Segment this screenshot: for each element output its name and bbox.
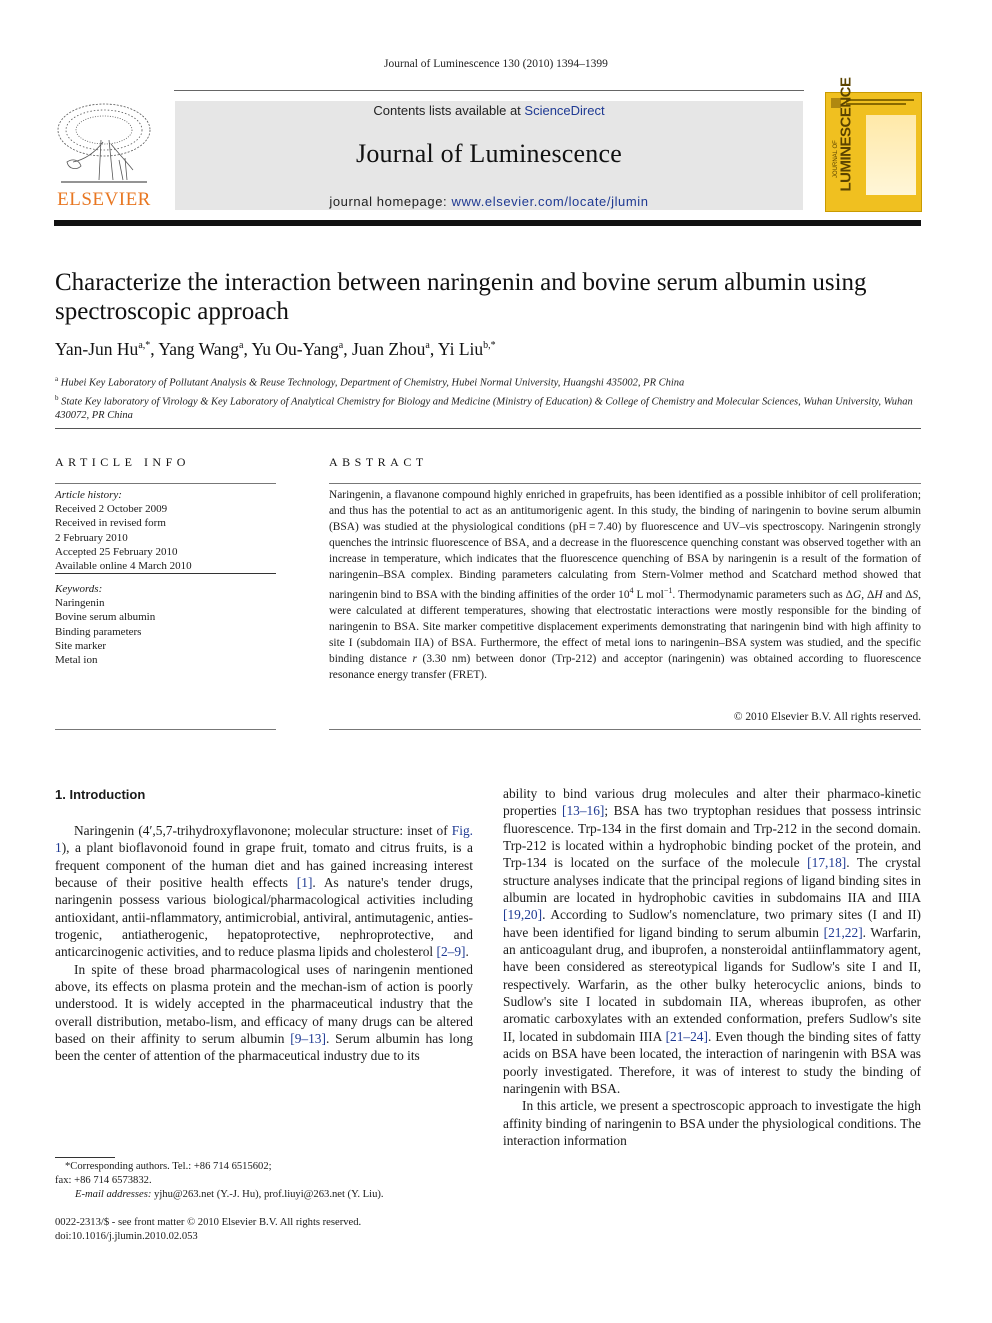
masthead-top-rule bbox=[174, 90, 804, 91]
author-list: Yan-Jun Hua,*, Yang Wanga, Yu Ou-Yanga, … bbox=[55, 339, 496, 359]
divider bbox=[55, 483, 276, 484]
corresponding-author-note: *Corresponding authors. Tel.: +86 714 65… bbox=[65, 1161, 272, 1172]
footnotes: *Corresponding authors. Tel.: +86 714 65… bbox=[55, 1160, 475, 1202]
citation-link[interactable]: [19,20] bbox=[503, 907, 542, 922]
keyword: Binding parameters bbox=[55, 625, 142, 638]
citation-link[interactable]: [2–9] bbox=[437, 944, 466, 959]
keyword: Site marker bbox=[55, 639, 107, 652]
issn-line: 0022-2313/$ - see front matter © 2010 El… bbox=[55, 1217, 362, 1228]
cover-header-line bbox=[846, 99, 914, 101]
keyword: Naringenin bbox=[55, 597, 105, 610]
cover-subtitle: JOURNAL OF bbox=[833, 140, 839, 178]
running-head: Journal of Luminescence 130 (2010) 1394–… bbox=[384, 58, 608, 70]
citation-link[interactable]: [17,18] bbox=[807, 855, 846, 870]
citation-link[interactable]: [21,22] bbox=[824, 925, 863, 940]
author[interactable]: Yan-Jun Hua,* bbox=[55, 339, 150, 359]
history-item: Available online 4 March 2010 bbox=[55, 560, 192, 573]
author[interactable]: Yang Wanga bbox=[158, 339, 243, 359]
contents-line: Contents lists available at ScienceDirec… bbox=[373, 103, 605, 118]
divider bbox=[55, 573, 276, 574]
tree-icon bbox=[57, 103, 151, 183]
paragraph-continued: ability to bind various drug molecules a… bbox=[503, 785, 921, 1097]
author[interactable]: Juan Zhoua bbox=[352, 339, 430, 359]
affiliations: a Hubei Key Laboratory of Pollutant Anal… bbox=[55, 372, 925, 423]
article-info-heading: ARTICLE INFO bbox=[55, 455, 190, 469]
body-column-right: ability to bind various drug molecules a… bbox=[503, 785, 921, 1149]
keyword: Bovine serum albumin bbox=[55, 611, 156, 624]
citation-link[interactable]: [1] bbox=[297, 875, 313, 890]
keyword: Metal ion bbox=[55, 654, 98, 667]
journal-homepage-link[interactable]: www.elsevier.com/locate/jlumin bbox=[451, 194, 648, 209]
history-item: 2 February 2010 bbox=[55, 531, 128, 544]
article-title: Characterize the interaction between nar… bbox=[55, 269, 867, 325]
journal-banner: Contents lists available at ScienceDirec… bbox=[175, 101, 803, 210]
keywords-label: Keywords: bbox=[55, 583, 103, 595]
paragraph: Naringenin (4′,5,7-trihydroxyflavonone; … bbox=[55, 823, 473, 960]
abstract-copyright: © 2010 Elsevier B.V. All rights reserved… bbox=[733, 711, 921, 723]
doi-line[interactable]: doi:10.1016/j.jlumin.2010.02.053 bbox=[55, 1230, 475, 1244]
section-heading-introduction: 1. Introduction bbox=[55, 787, 146, 802]
paragraph: In this article, we present a spectrosco… bbox=[503, 1098, 921, 1148]
masthead-bottom-rule bbox=[54, 220, 921, 226]
issn-doi: 0022-2313/$ - see front matter © 2010 El… bbox=[55, 1216, 475, 1244]
cover-panel bbox=[866, 115, 916, 195]
email-note: E-mail addresses: yjhu@263.net (Y.-J. Hu… bbox=[75, 1189, 384, 1200]
cover-header-line bbox=[846, 103, 906, 105]
fax-note: fax: +86 714 6573832. bbox=[55, 1175, 152, 1186]
homepage-line: journal homepage: www.elsevier.com/locat… bbox=[329, 194, 649, 209]
citation-link[interactable]: [21–24] bbox=[666, 1029, 708, 1044]
journal-cover-thumbnail[interactable]: LUMINESCENCE JOURNAL OF bbox=[825, 77, 922, 212]
author[interactable]: Yi Liub,* bbox=[438, 339, 496, 359]
affiliation: b State Key laboratory of Virology & Key… bbox=[55, 393, 913, 422]
keywords: Keywords: Naringenin Bovine serum albumi… bbox=[55, 582, 276, 667]
elsevier-logo[interactable]: ELSEVIER bbox=[53, 100, 155, 212]
email-addresses[interactable]: yjhu@263.net (Y.-J. Hu), prof.liuyi@263.… bbox=[151, 1189, 384, 1200]
elsevier-wordmark: ELSEVIER bbox=[57, 189, 151, 210]
article-history: Article history: Received 2 October 2009… bbox=[55, 488, 276, 573]
sciencedirect-link[interactable]: ScienceDirect bbox=[524, 103, 604, 118]
citation-link[interactable]: [9–13] bbox=[290, 1031, 326, 1046]
journal-title: Journal of Luminescence bbox=[356, 139, 622, 168]
body-column-left: Naringenin (4′,5,7-trihydroxyflavonone; … bbox=[55, 822, 473, 1065]
footnote-rule bbox=[55, 1157, 115, 1158]
author[interactable]: Yu Ou-Yanga bbox=[252, 339, 344, 359]
abstract-heading: ABSTRACT bbox=[329, 455, 428, 469]
citation-link[interactable]: [13–16] bbox=[562, 803, 604, 818]
divider bbox=[55, 729, 276, 730]
paragraph: In spite of these broad pharmacological … bbox=[55, 961, 473, 1064]
affiliation: a Hubei Key Laboratory of Pollutant Anal… bbox=[55, 375, 685, 389]
history-item: Received in revised form bbox=[55, 517, 166, 530]
text-run: . Warfarin, an anticoagulant drug, and i… bbox=[503, 924, 922, 1044]
title-divider bbox=[55, 428, 921, 429]
divider bbox=[329, 729, 921, 730]
history-item: Received 2 October 2009 bbox=[55, 503, 168, 516]
history-item: Accepted 25 February 2010 bbox=[55, 545, 178, 558]
abstract-text: Naringenin, a flavanone compound highly … bbox=[329, 489, 921, 681]
cover-title: LUMINESCENCE bbox=[837, 77, 855, 192]
divider bbox=[329, 483, 921, 484]
history-label: Article history: bbox=[55, 489, 122, 501]
